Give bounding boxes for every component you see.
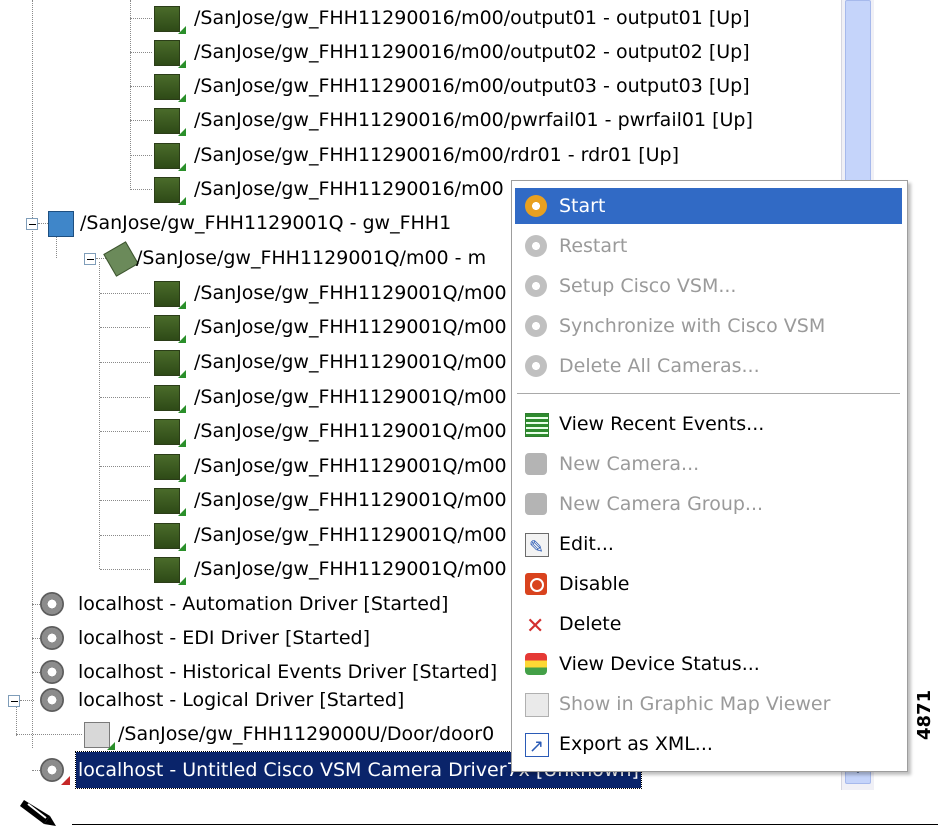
menu-item-new-camera-group[interactable]: New Camera Group... <box>515 486 902 522</box>
menu-item-label: Disable <box>559 573 630 595</box>
menu-item-label: New Camera... <box>559 453 700 475</box>
menu-item-restart[interactable]: Restart <box>515 228 902 264</box>
tree-node-label: /SanJose/gw_FHH1129000U/Door/door0 <box>118 723 495 745</box>
tree-node-label: /SanJose/gw_FHH1129001Q - gw_FHH1 <box>80 212 452 234</box>
collapse-toggle[interactable] <box>84 253 96 265</box>
tree-node-label: /SanJose/gw_FHH1129001Q/m00 <box>194 282 507 304</box>
menu-item-delete-all-cameras[interactable]: Delete All Cameras... <box>515 348 902 384</box>
tree-node-label: /SanJose/gw_FHH11290016/m00/rdr01 - rdr0… <box>194 144 679 166</box>
menu-item-label: Delete <box>559 613 622 635</box>
tree-node-label: /SanJose/gw_FHH1129001Q/m00 - m <box>136 247 487 269</box>
tree-node-label: /SanJose/gw_FHH1129001Q/m00 <box>194 420 507 442</box>
collapse-toggle[interactable] <box>8 695 20 707</box>
sync-gear-icon <box>525 315 547 337</box>
tree-node-label: localhost - EDI Driver [Started] <box>78 627 370 649</box>
tree-node-label: /SanJose/gw_FHH1129001Q/m00 <box>194 351 507 373</box>
setup-gear-icon <box>525 275 547 297</box>
menu-item-label: New Camera Group... <box>559 493 764 515</box>
tree-node-label: /SanJose/gw_FHH11290016/m00/output01 - o… <box>194 7 750 29</box>
menu-item-label: Edit... <box>559 533 614 555</box>
driver-gear-icon <box>40 688 64 712</box>
edit-icon <box>525 530 549 566</box>
driver-gear-icon <box>40 592 64 616</box>
camera-icon <box>525 453 547 475</box>
tree-node-label: /SanJose/gw_FHH11290016/m00 <box>194 178 504 200</box>
io-point-icon <box>154 419 180 445</box>
menu-item-new-camera[interactable]: New Camera... <box>515 446 902 482</box>
note-pencil-icon <box>20 800 56 826</box>
menu-item-disable[interactable]: Disable <box>515 566 902 602</box>
tree-connector <box>130 0 131 190</box>
tree-node-label: /SanJose/gw_FHH1129001Q/m00 <box>194 558 507 580</box>
menu-item-setup-vsm[interactable]: Setup Cisco VSM... <box>515 268 902 304</box>
io-point-icon <box>154 74 180 100</box>
note-divider <box>72 824 938 825</box>
camera-group-icon <box>525 493 547 515</box>
export-icon <box>525 729 549 765</box>
menu-item-label: Setup Cisco VSM... <box>559 275 737 297</box>
menu-item-synchronize[interactable]: Synchronize with Cisco VSM <box>515 308 902 344</box>
menu-item-view-device-status[interactable]: View Device Status... <box>515 646 902 682</box>
tree-node-label: /SanJose/gw_FHH11290016/m00/output02 - o… <box>194 41 750 63</box>
tree-node-label: /SanJose/gw_FHH11290016/m00/pwrfail01 - … <box>194 109 753 131</box>
io-point-icon <box>154 6 180 32</box>
menu-item-label: View Recent Events... <box>559 413 765 435</box>
io-point-icon <box>154 108 180 134</box>
events-list-icon <box>525 413 549 437</box>
tree-node-label: localhost - Automation Driver [Started] <box>78 593 449 615</box>
tree-node-label: /SanJose/gw_FHH11290016/m00/output03 - o… <box>194 75 750 97</box>
tree-node-label: /SanJose/gw_FHH1129001Q/m00 <box>194 489 507 511</box>
tree-node-label: localhost - Logical Driver [Started] <box>78 689 405 711</box>
menu-item-delete[interactable]: Delete <box>515 606 902 645</box>
tree-node-label: /SanJose/gw_FHH1129001Q/m00 <box>194 455 507 477</box>
driver-gear-icon <box>40 626 64 650</box>
io-point-icon <box>154 557 180 583</box>
driver-gear-error-icon <box>40 758 64 782</box>
menu-item-label: Delete All Cameras... <box>559 355 760 377</box>
io-point-icon <box>154 523 180 549</box>
tree-node-label: /SanJose/gw_FHH1129001Q/m00 <box>194 386 507 408</box>
menu-item-label: Export as XML... <box>559 733 713 755</box>
io-point-icon <box>154 350 180 376</box>
map-viewer-icon <box>525 693 549 717</box>
io-point-icon <box>154 177 180 203</box>
menu-item-show-in-map-viewer[interactable]: Show in Graphic Map Viewer <box>515 686 902 722</box>
tree-connector <box>32 0 33 748</box>
delete-x-icon <box>525 609 547 645</box>
io-point-icon <box>154 143 180 169</box>
menu-item-label: Restart <box>559 235 628 257</box>
delete-cameras-gear-icon <box>525 355 547 377</box>
disable-icon <box>525 573 547 595</box>
menu-item-label: Synchronize with Cisco VSM <box>559 315 826 337</box>
menu-item-export-xml[interactable]: Export as XML... <box>515 726 902 765</box>
tree-connector <box>99 262 100 569</box>
io-point-icon <box>154 454 180 480</box>
menu-separator <box>517 393 900 394</box>
traffic-light-icon <box>525 653 547 675</box>
module-icon <box>103 241 139 277</box>
menu-item-label: Show in Graphic Map Viewer <box>559 693 831 715</box>
io-point-icon <box>154 40 180 66</box>
tree-node-label: /SanJose/gw_FHH1129001Q/m00 <box>194 524 507 546</box>
io-point-icon <box>154 315 180 341</box>
restart-gear-icon <box>525 235 547 257</box>
io-point-icon <box>154 488 180 514</box>
io-point-icon <box>154 281 180 307</box>
menu-item-label: Start <box>559 195 606 217</box>
tree-node-label: /SanJose/gw_FHH1129001Q/m00 <box>194 316 507 338</box>
menu-item-start[interactable]: Start <box>515 188 902 224</box>
io-point-icon <box>154 385 180 411</box>
driver-gear-icon <box>40 660 64 684</box>
context-menu[interactable]: Start Restart Setup Cisco VSM... Synchro… <box>511 180 908 772</box>
menu-item-edit[interactable]: Edit... <box>515 526 902 566</box>
menu-item-view-recent-events[interactable]: View Recent Events... <box>515 406 902 442</box>
figure-id: 4871 <box>914 689 935 740</box>
start-gear-icon <box>525 195 547 217</box>
menu-item-label: View Device Status... <box>559 653 760 675</box>
collapse-toggle[interactable] <box>26 218 38 230</box>
door-icon <box>84 722 110 748</box>
gateway-icon <box>48 211 74 237</box>
